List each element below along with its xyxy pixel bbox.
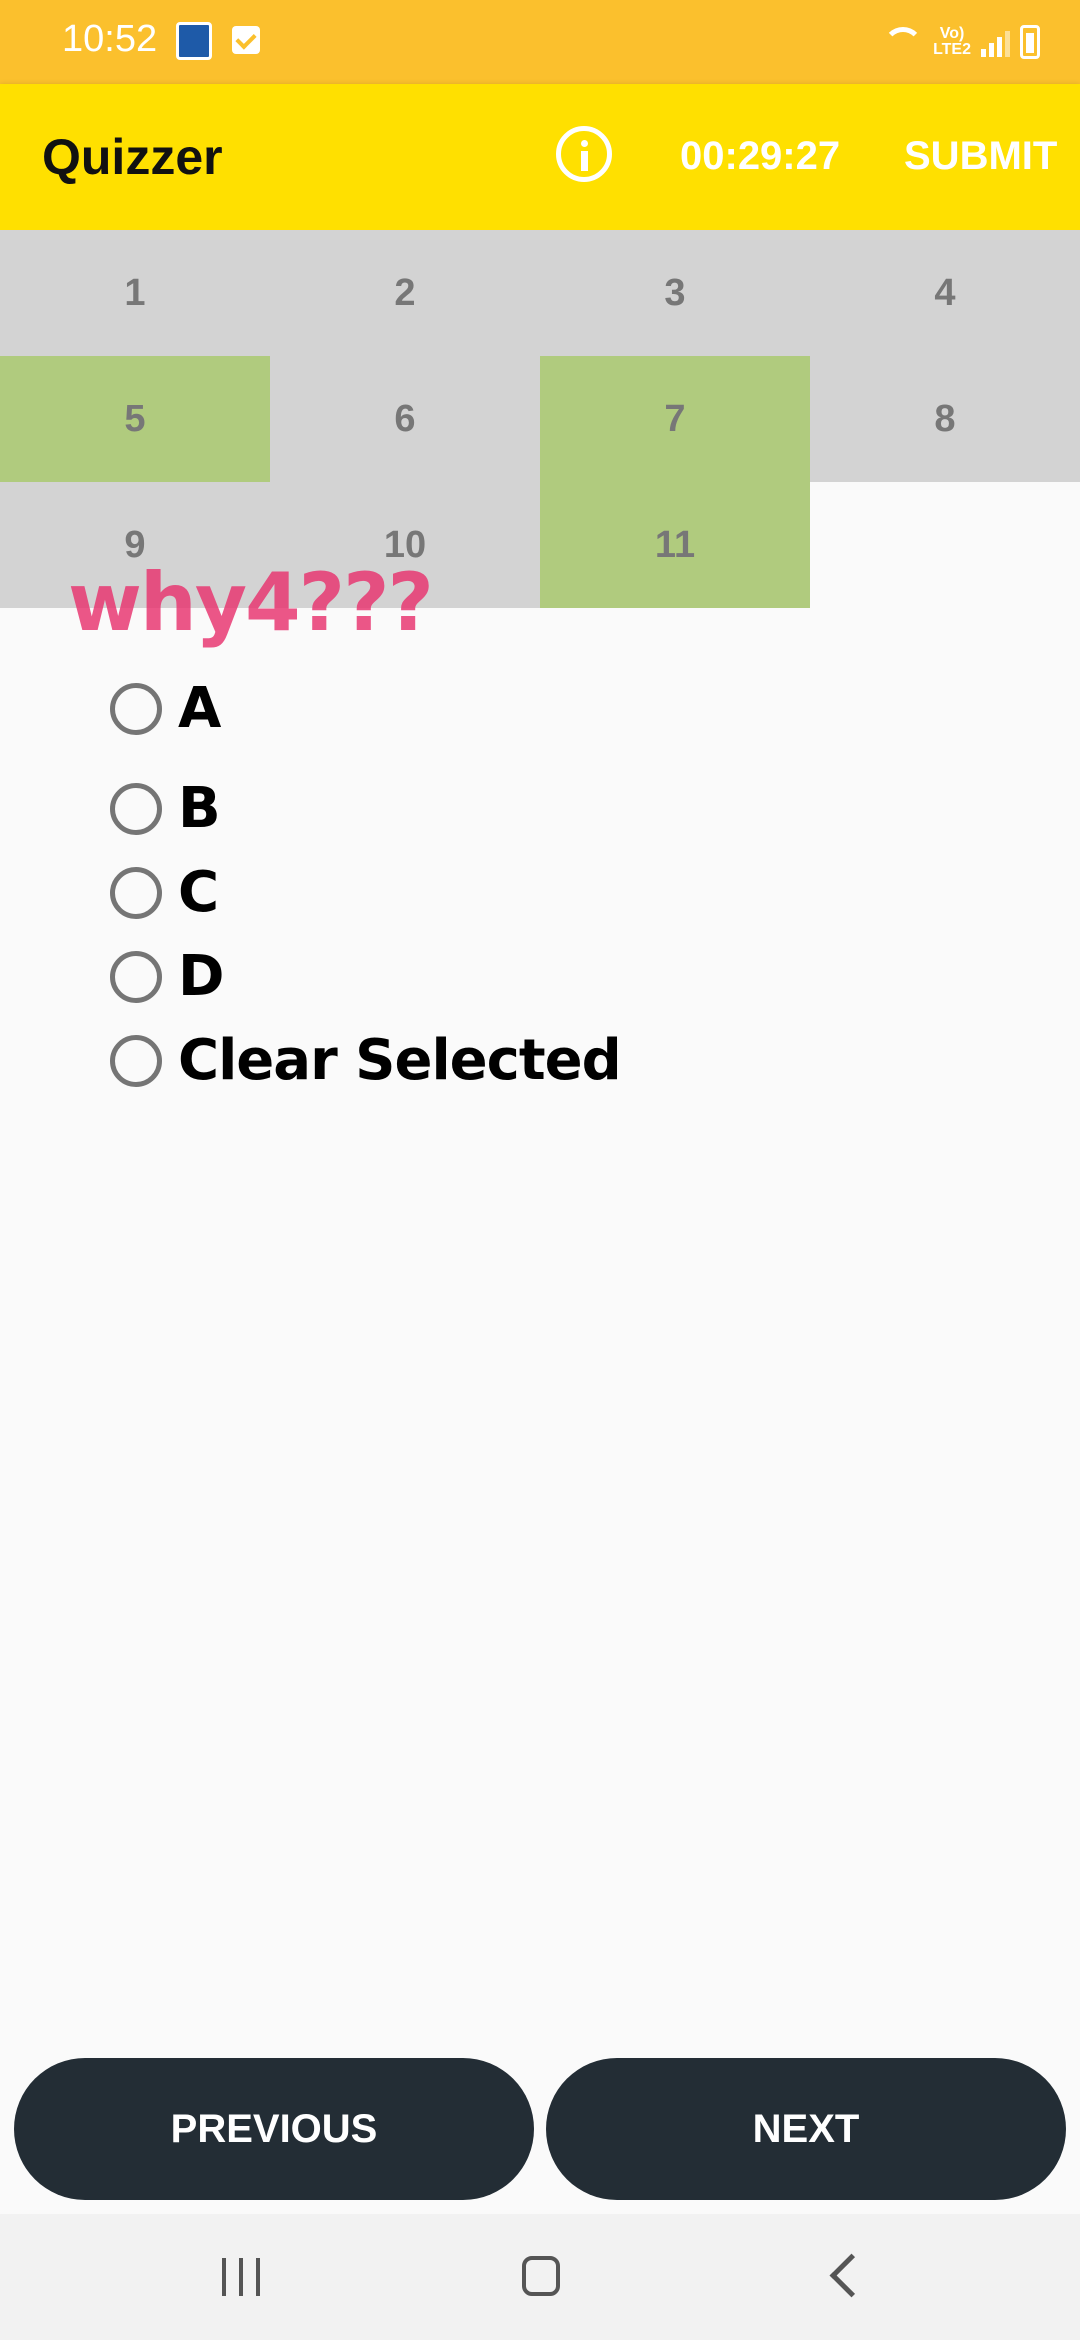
option-label: Clear Selected [178, 1028, 622, 1093]
next-button[interactable]: NEXT [546, 2058, 1066, 2200]
recents-icon[interactable] [222, 2258, 260, 2296]
countdown-timer: 00:29:27 [680, 134, 841, 178]
app-bar: Quizzer 00:29:27 SUBMIT [0, 84, 1080, 230]
submit-button[interactable]: SUBMIT [904, 134, 1057, 179]
network-type-label: Vo) LTE2 [933, 26, 971, 58]
option-d[interactable]: D [110, 944, 224, 1009]
radio-button[interactable] [110, 782, 162, 835]
signal-icon [981, 27, 1010, 57]
question-number-cell[interactable]: 11 [540, 482, 810, 608]
system-nav-bar [0, 2214, 1080, 2340]
volte-label: Vo) [939, 25, 965, 42]
option-clear-selected[interactable]: Clear Selected [110, 1028, 622, 1093]
question-number-cell[interactable]: 5 [0, 356, 270, 482]
lte-label: LTE2 [933, 41, 971, 58]
status-bar: 10:52 Vo) LTE2 [0, 0, 1080, 84]
radio-button[interactable] [110, 950, 162, 1003]
status-indicators: Vo) LTE2 [883, 20, 1040, 64]
question-number-cell[interactable]: 1 [0, 230, 270, 356]
question-number-cell[interactable]: 2 [270, 230, 540, 356]
back-icon[interactable] [829, 2253, 874, 2298]
question-text: why4??? [68, 556, 434, 649]
book-app-icon [176, 22, 212, 60]
option-b[interactable]: B [110, 776, 221, 841]
question-number-cell[interactable]: 3 [540, 230, 810, 356]
app-title: Quizzer [42, 129, 223, 185]
option-label: D [178, 944, 224, 1009]
previous-button[interactable]: PREVIOUS [14, 2058, 534, 2200]
checkbox-notification-icon [232, 26, 260, 54]
radio-button[interactable] [110, 682, 162, 735]
radio-button[interactable] [110, 1034, 162, 1087]
battery-icon [1020, 25, 1040, 59]
question-number-cell[interactable]: 8 [810, 356, 1080, 482]
question-number-cell[interactable]: 7 [540, 356, 810, 482]
option-a[interactable]: A [110, 676, 221, 741]
option-label: B [178, 776, 221, 841]
status-time: 10:52 [62, 18, 158, 60]
option-label: C [178, 860, 219, 925]
option-label: A [178, 676, 221, 741]
home-icon[interactable] [522, 2256, 560, 2296]
info-icon[interactable] [556, 126, 612, 182]
question-number-cell[interactable]: 6 [270, 356, 540, 482]
option-c[interactable]: C [110, 860, 219, 925]
wifi-icon [883, 27, 924, 57]
question-number-cell[interactable]: 4 [810, 230, 1080, 356]
radio-button[interactable] [110, 866, 162, 919]
